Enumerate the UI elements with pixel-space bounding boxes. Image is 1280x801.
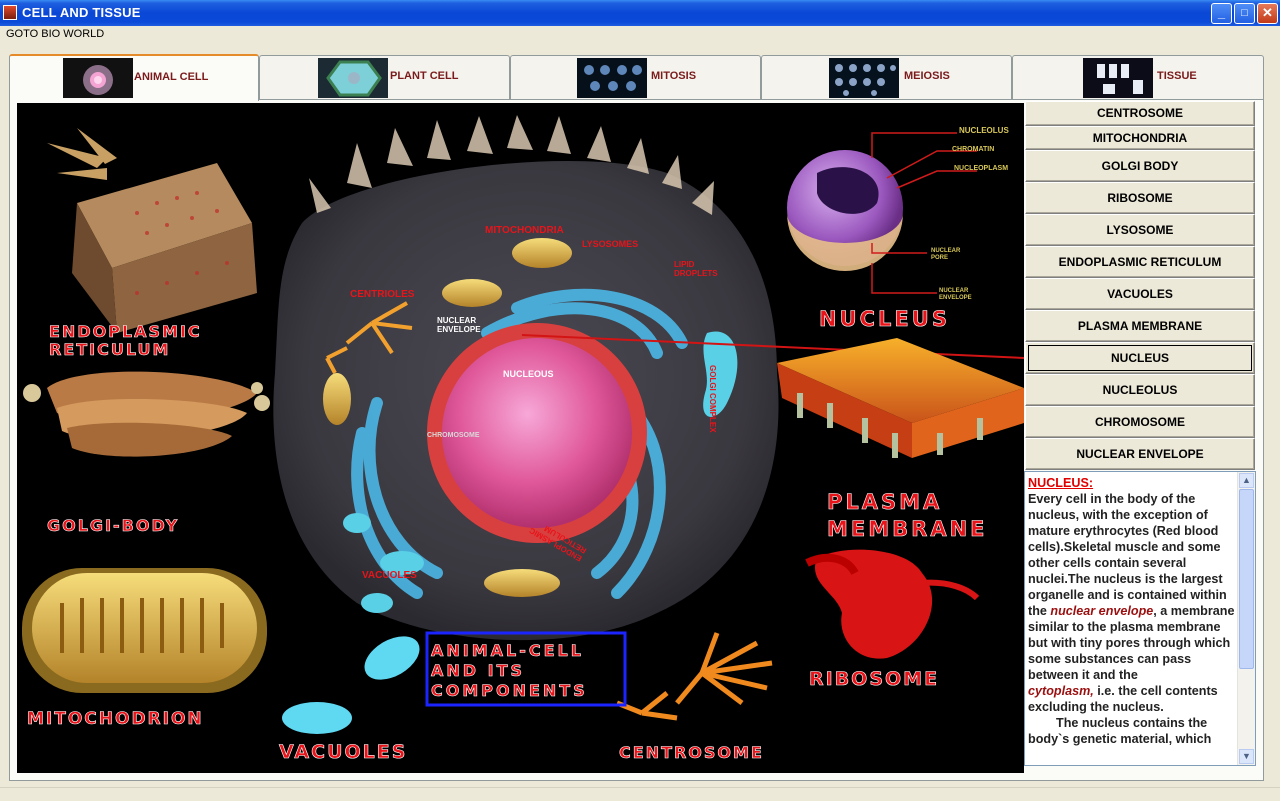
label-in-vacuoles: VACUOLES [362, 570, 417, 581]
btn-nuclear-envelope[interactable]: NUCLEAR ENVELOPE [1025, 438, 1255, 470]
tab-label: TISSUE [1157, 70, 1197, 82]
tab-label: MEIOSIS [904, 70, 950, 82]
label-nuclear-pore-small: NUCLEAR PORE [931, 248, 961, 261]
description-em-nuclear-envelope: nuclear envelope [1050, 604, 1154, 618]
label-nuclear-envelope-small: NUCLEAR ENVELOPE [939, 288, 972, 301]
btn-nucleolus[interactable]: NUCLEOLUS [1025, 374, 1255, 406]
btn-golgi-body[interactable]: GOLGI BODY [1025, 150, 1255, 182]
tab-animal-cell[interactable]: ANIMAL CELL [9, 54, 259, 101]
tab-label: PLANT CELL [390, 70, 459, 82]
label-in-lysosomes: LYSOSOMES [582, 239, 639, 249]
description-para-4: The nucleus contains the body`s genetic … [1028, 716, 1212, 746]
label-centrosome: CENTROSOME [619, 743, 764, 763]
label-vacuoles: VACUOLES [279, 741, 408, 764]
btn-vacuoles[interactable]: VACUOLES [1025, 278, 1255, 310]
title-bar: CELL AND TISSUE _ □ ✕ [0, 0, 1280, 26]
btn-nucleus[interactable]: NUCLEUS [1025, 342, 1255, 374]
tab-meiosis[interactable]: MEIOSIS [761, 55, 1012, 99]
window-title: CELL AND TISSUE [22, 5, 141, 20]
description-para-1: Every cell in the body of the nucleus, w… [1028, 492, 1227, 618]
btn-centrosome[interactable]: CENTROSOME [1025, 101, 1255, 126]
meiosis-thumbnail [829, 58, 899, 98]
tab-tissue[interactable]: TISSUE [1012, 55, 1264, 99]
label-in-chromosome: CHROMOSOME [427, 432, 480, 439]
tab-plant-cell[interactable]: PLANT CELL [259, 55, 510, 99]
label-in-mitochondria: MITOCHONDRIA [485, 225, 564, 236]
btn-lysosome[interactable]: LYSOSOME [1025, 214, 1255, 246]
minimize-button[interactable]: _ [1211, 3, 1232, 24]
label-endoplasmic-reticulum: ENDOPLASMIC RETICULUM [49, 322, 202, 359]
menu-bar: GOTO BIO WORLD [0, 26, 1280, 45]
label-in-nuclear-envelope: NUCLEAR ENVELOPE [437, 316, 481, 334]
btn-endoplasmic-reticulum[interactable]: ENDOPLASMIC RETICULUM [1025, 246, 1255, 278]
tab-label: MITOSIS [651, 70, 697, 82]
btn-ribosome[interactable]: RIBOSOME [1025, 182, 1255, 214]
tab-mitosis[interactable]: MITOSIS [510, 55, 761, 99]
mitosis-thumbnail [577, 58, 647, 98]
label-golgi-body: GOLGI-BODY [47, 516, 180, 536]
description-text: NUCLEUS: Every cell in the body of the n… [1028, 475, 1236, 747]
label-plasma-membrane: PLASMA MEMBRANE [827, 490, 988, 542]
label-in-nucleous: NUCLEOUS [503, 369, 554, 379]
label-in-centrioles: CENTRIOLES [350, 289, 415, 300]
label-nucleus: NUCLEUS [819, 307, 950, 332]
scroll-thumb[interactable] [1239, 489, 1254, 669]
animal-cell-diagram: ENDOPLASMIC RETICULUM GOLGI-BODY MITOCHO… [17, 103, 1024, 773]
btn-plasma-membrane[interactable]: PLASMA MEMBRANE [1025, 310, 1255, 342]
close-button[interactable]: ✕ [1257, 3, 1278, 24]
maximize-button[interactable]: □ [1234, 3, 1255, 24]
status-bar [0, 787, 1280, 801]
tissue-thumbnail [1083, 58, 1153, 98]
app-icon[interactable] [3, 5, 17, 20]
plant-cell-thumbnail [318, 58, 388, 98]
label-mitochondrion: MITOCHODRION [27, 709, 204, 730]
description-title: NUCLEUS: [1028, 476, 1094, 490]
animal-cell-thumbnail [63, 58, 133, 98]
diagram-title: ANIMAL-CELL AND ITS COMPONENTS [431, 641, 588, 701]
description-em-cytoplasm: cytoplasm, [1028, 684, 1094, 698]
description-textbox[interactable]: NUCLEUS: Every cell in the body of the n… [1024, 471, 1256, 766]
tab-label: ANIMAL CELL [134, 71, 209, 83]
description-scrollbar[interactable]: ▲ ▼ [1237, 472, 1255, 765]
label-in-golgi: GOLGI COMPLEX [708, 365, 717, 433]
scroll-up-icon[interactable]: ▲ [1239, 473, 1254, 488]
label-nucleolus-small: NUCLEOLUS [959, 126, 1009, 135]
label-chromatin-small: CHROMATIN [952, 146, 995, 153]
btn-mitochondria[interactable]: MITOCHONDRIA [1025, 126, 1255, 150]
label-in-lipid: LIPID DROPLETS [674, 260, 718, 278]
scroll-down-icon[interactable]: ▼ [1239, 749, 1254, 764]
menu-goto-bio-world[interactable]: GOTO BIO WORLD [6, 28, 104, 40]
label-ribosome: RIBOSOME [809, 668, 940, 691]
btn-chromosome[interactable]: CHROMOSOME [1025, 406, 1255, 438]
label-nucleoplasm-small: NUCLEOPLASM [954, 165, 1009, 172]
